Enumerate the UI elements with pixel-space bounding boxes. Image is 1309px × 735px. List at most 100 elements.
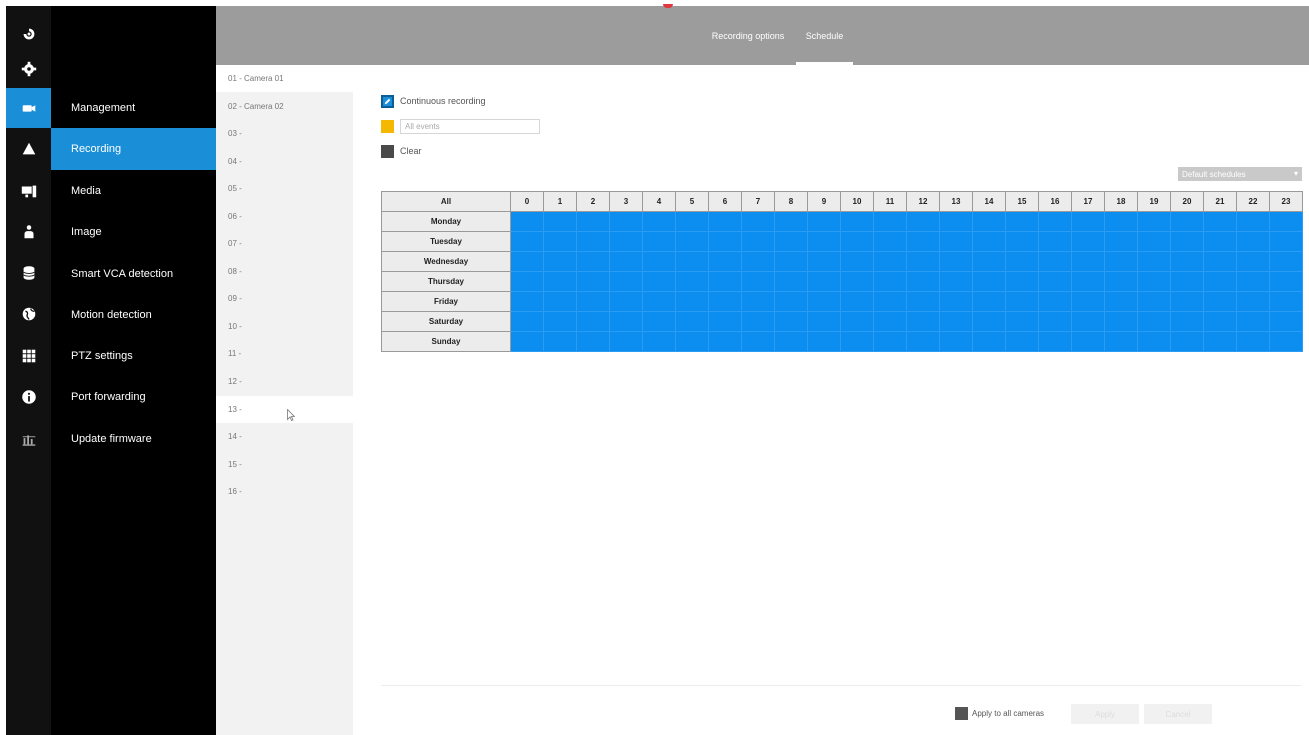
hour-header[interactable]: 6 bbox=[708, 191, 742, 212]
schedule-preset-dropdown[interactable]: Default schedules ▾ bbox=[1178, 167, 1302, 181]
schedule-cell[interactable] bbox=[1137, 271, 1171, 292]
schedule-cell[interactable] bbox=[1071, 211, 1105, 232]
schedule-cell[interactable] bbox=[609, 291, 643, 312]
schedule-cell[interactable] bbox=[1137, 231, 1171, 252]
camera-item[interactable]: 01 - Camera 01 bbox=[216, 65, 353, 92]
schedule-cell[interactable] bbox=[642, 331, 676, 352]
nav-item-motion-detection[interactable]: Motion detection bbox=[51, 294, 216, 336]
nav-item-management[interactable]: Management bbox=[51, 87, 216, 129]
schedule-cell[interactable] bbox=[972, 271, 1006, 292]
schedule-cell[interactable] bbox=[675, 311, 709, 332]
nav-item-recording[interactable]: Recording bbox=[51, 128, 216, 170]
schedule-cell[interactable] bbox=[840, 211, 874, 232]
schedule-cell[interactable] bbox=[1203, 291, 1237, 312]
hour-header[interactable]: 12 bbox=[906, 191, 940, 212]
select-all-header[interactable]: All bbox=[381, 191, 511, 212]
schedule-cell[interactable] bbox=[939, 271, 973, 292]
tab-schedule[interactable]: Schedule bbox=[796, 6, 853, 65]
camera-item[interactable]: 10 - bbox=[216, 313, 353, 340]
schedule-cell[interactable] bbox=[774, 211, 808, 232]
camera-item[interactable]: 15 - bbox=[216, 451, 353, 478]
hour-header[interactable]: 20 bbox=[1170, 191, 1204, 212]
camera-item[interactable]: 14 - bbox=[216, 423, 353, 450]
hour-header[interactable]: 0 bbox=[510, 191, 544, 212]
nav-item-port-forwarding[interactable]: Port forwarding bbox=[51, 376, 216, 418]
legend-clear[interactable]: Clear bbox=[381, 143, 422, 159]
schedule-cell[interactable] bbox=[1038, 331, 1072, 352]
schedule-cell[interactable] bbox=[741, 331, 775, 352]
schedule-cell[interactable] bbox=[1104, 271, 1138, 292]
schedule-cell[interactable] bbox=[675, 231, 709, 252]
schedule-cell[interactable] bbox=[510, 211, 544, 232]
storage-icon[interactable] bbox=[6, 253, 51, 293]
schedule-cell[interactable] bbox=[906, 331, 940, 352]
schedule-cell[interactable] bbox=[873, 251, 907, 272]
hour-header[interactable]: 13 bbox=[939, 191, 973, 212]
schedule-cell[interactable] bbox=[576, 211, 610, 232]
schedule-cell[interactable] bbox=[873, 271, 907, 292]
hour-header[interactable]: 17 bbox=[1071, 191, 1105, 212]
schedule-cell[interactable] bbox=[543, 251, 577, 272]
schedule-cell[interactable] bbox=[774, 311, 808, 332]
hour-header[interactable]: 11 bbox=[873, 191, 907, 212]
camera-item[interactable]: 09 - bbox=[216, 285, 353, 312]
schedule-cell[interactable] bbox=[1236, 311, 1270, 332]
hour-header[interactable]: 16 bbox=[1038, 191, 1072, 212]
schedule-cell[interactable] bbox=[576, 291, 610, 312]
camera-item[interactable]: 11 - bbox=[216, 340, 353, 367]
schedule-cell[interactable] bbox=[1071, 251, 1105, 272]
schedule-cell[interactable] bbox=[510, 311, 544, 332]
schedule-cell[interactable] bbox=[642, 271, 676, 292]
schedule-cell[interactable] bbox=[1170, 211, 1204, 232]
schedule-cell[interactable] bbox=[1038, 251, 1072, 272]
hour-header[interactable]: 14 bbox=[972, 191, 1006, 212]
hour-header[interactable]: 21 bbox=[1203, 191, 1237, 212]
camera-icon[interactable] bbox=[6, 88, 51, 128]
schedule-cell[interactable] bbox=[807, 251, 841, 272]
hour-header[interactable]: 9 bbox=[807, 191, 841, 212]
schedule-cell[interactable] bbox=[1038, 211, 1072, 232]
schedule-cell[interactable] bbox=[1038, 311, 1072, 332]
schedule-cell[interactable] bbox=[675, 211, 709, 232]
schedule-cell[interactable] bbox=[642, 251, 676, 272]
schedule-cell[interactable] bbox=[807, 271, 841, 292]
schedule-cell[interactable] bbox=[510, 331, 544, 352]
schedule-cell[interactable] bbox=[642, 231, 676, 252]
schedule-cell[interactable] bbox=[1269, 211, 1303, 232]
schedule-cell[interactable] bbox=[1104, 231, 1138, 252]
schedule-cell[interactable] bbox=[576, 331, 610, 352]
camera-item[interactable]: 06 - bbox=[216, 203, 353, 230]
schedule-cell[interactable] bbox=[1038, 291, 1072, 312]
apply-to-all-cameras[interactable]: Apply to all cameras bbox=[955, 707, 1044, 720]
schedule-cell[interactable] bbox=[840, 271, 874, 292]
schedule-cell[interactable] bbox=[1005, 251, 1039, 272]
hour-header[interactable]: 22 bbox=[1236, 191, 1270, 212]
schedule-cell[interactable] bbox=[543, 311, 577, 332]
schedule-cell[interactable] bbox=[1137, 291, 1171, 312]
schedule-cell[interactable] bbox=[543, 291, 577, 312]
schedule-cell[interactable] bbox=[609, 331, 643, 352]
tab-recording-options[interactable]: Recording options bbox=[700, 6, 796, 65]
camera-item[interactable]: 16 - bbox=[216, 478, 353, 505]
nav-item-update-firmware[interactable]: Update firmware bbox=[51, 418, 216, 460]
schedule-cell[interactable] bbox=[906, 291, 940, 312]
schedule-cell[interactable] bbox=[543, 331, 577, 352]
schedule-cell[interactable] bbox=[774, 291, 808, 312]
schedule-cell[interactable] bbox=[1269, 231, 1303, 252]
schedule-cell[interactable] bbox=[1170, 271, 1204, 292]
schedule-cell[interactable] bbox=[807, 291, 841, 312]
camera-item[interactable]: 02 - Camera 02 bbox=[216, 93, 353, 120]
schedule-cell[interactable] bbox=[1269, 291, 1303, 312]
chart-icon[interactable] bbox=[6, 419, 51, 459]
camera-item[interactable]: 05 - bbox=[216, 175, 353, 202]
day-label[interactable]: Tuesday bbox=[381, 231, 511, 252]
schedule-cell[interactable] bbox=[1005, 211, 1039, 232]
schedule-cell[interactable] bbox=[1137, 251, 1171, 272]
schedule-cell[interactable] bbox=[741, 251, 775, 272]
schedule-cell[interactable] bbox=[972, 311, 1006, 332]
schedule-cell[interactable] bbox=[873, 211, 907, 232]
schedule-cell[interactable] bbox=[708, 331, 742, 352]
hour-header[interactable]: 8 bbox=[774, 191, 808, 212]
day-label[interactable]: Wednesday bbox=[381, 251, 511, 272]
hour-header[interactable]: 2 bbox=[576, 191, 610, 212]
